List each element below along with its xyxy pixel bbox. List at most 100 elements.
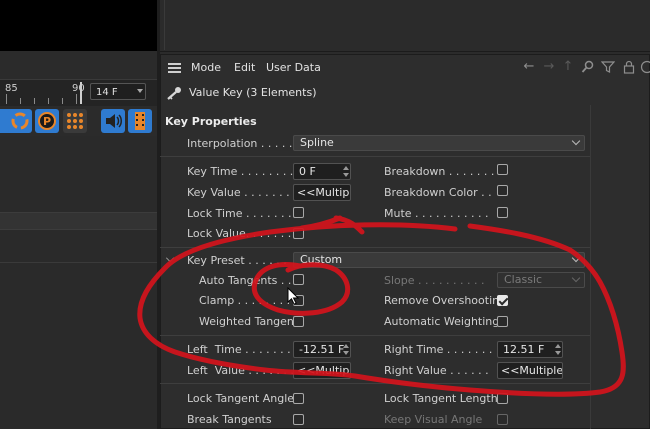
row-divider [160,335,590,336]
right-time-label: Right Time . . . . . . . [384,343,493,356]
key-time-label: Key Time . . . . . . . . [187,165,294,178]
current-frame-field[interactable]: 14 F [90,83,146,100]
breakdown-color-checkbox[interactable] [497,185,508,196]
left-value-label: Left Value . . . . . . . [187,364,294,377]
film-icon[interactable] [128,109,152,133]
key-value-field[interactable]: <<Multiple Values>> [293,184,351,201]
sound-icon[interactable] [101,109,125,133]
keep-visual-angle-checkbox[interactable] [497,414,508,425]
lock-value-label: Lock Value. . . . . . . . [187,227,299,240]
menu-edit[interactable]: Edit [234,61,255,74]
timeline-label: 90 [72,83,85,94]
dots-grid-icon[interactable] [63,109,87,133]
interpolation-label: Interpolation . . . . . [187,137,293,150]
timeline-tick [76,94,77,104]
timeline-label: 85 [5,83,18,94]
breakdown-color-label: Breakdown Color . . [384,186,492,199]
current-frame-value: 14 F [96,87,118,98]
timeline-tick [6,94,7,104]
timeline-tick [48,98,49,104]
breakdown-checkbox[interactable] [497,164,508,175]
lock-tangent-angles-checkbox[interactable] [293,393,304,404]
break-tangents-label: Break Tangents [187,413,272,426]
row-divider [160,156,590,157]
lock-icon[interactable] [622,60,636,74]
left-time-field[interactable]: -12.51 F [293,341,351,358]
weighted-tangent-label: Weighted Tangent [199,315,299,328]
lock-tangent-lengths-label: Lock Tangent Lengths [384,392,504,405]
playhead[interactable] [80,82,82,104]
key-icon [166,86,182,103]
svg-text:P: P [43,115,51,128]
autokey-icon[interactable] [8,109,32,133]
right-value-field[interactable]: <<Multiple Values>> [497,362,563,379]
key-preset-dropdown[interactable]: Custom [293,252,585,268]
playback-toolbar: P [0,106,157,136]
key-time-value: 0 F [299,165,316,178]
automatic-weighting-label: Automatic Weighting [384,315,500,328]
spinner-icon[interactable] [343,165,349,178]
row-divider [160,247,590,248]
key-value-label: Key Value . . . . . . . . [187,186,297,199]
break-tangents-checkbox[interactable] [293,414,304,425]
interpolation-dropdown[interactable]: Spline [293,135,585,151]
left-value-value: <<Multiple Values>> [297,364,350,377]
remove-overshooting-checkbox[interactable] [497,295,508,306]
auto-tangents-checkbox[interactable] [293,274,304,285]
menu-mode[interactable]: Mode [191,61,221,74]
left-time-value: -12.51 F [299,343,345,356]
filter-icon[interactable] [600,60,616,74]
left-time-label: Left Time . . . . . . . [187,343,291,356]
new-panel-icon[interactable] [640,60,650,74]
key-preset-value: Custom [300,253,343,266]
chevron-down-icon[interactable] [137,89,143,93]
viewport[interactable] [0,0,157,51]
lock-time-checkbox[interactable] [293,207,304,218]
spinner-icon[interactable] [555,343,561,356]
timeline-tick [20,98,21,104]
keep-visual-angle-label: Keep Visual Angle [384,413,483,426]
right-value-value: <<Multiple Values>> [501,364,563,377]
object-line: Value Key (3 Elements) [160,82,650,104]
left-lower-panel [0,136,157,429]
left-divider [0,262,157,263]
right-value-label: Right Value . . . . . . [384,364,489,377]
scroll-gutter [590,105,591,429]
forward-arrow-icon[interactable]: → [542,60,556,74]
slope-dropdown[interactable]: Classic [497,272,585,288]
weighted-tangent-checkbox[interactable] [293,316,304,327]
interpolation-value: Spline [300,136,334,149]
key-value-value: <<Multiple Values>> [297,186,350,199]
chevron-down-icon [571,253,581,263]
row-divider [160,383,590,384]
clamp-label: Clamp . . . . . . . . . [199,294,298,307]
automatic-weighting-checkbox[interactable] [497,316,508,327]
lock-tangent-angles-label: Lock Tangent Angles [187,392,300,405]
object-title: Value Key (3 Elements) [189,86,317,99]
mouse-cursor-icon [287,287,299,305]
menu-icon[interactable] [168,63,181,73]
chevron-down-icon [571,136,581,146]
section-title: Key Properties [165,115,257,128]
left-strip [0,51,157,79]
left-value-field[interactable]: <<Multiple Values>> [293,362,351,379]
lock-time-label: Lock Time . . . . . . . . [187,207,299,220]
right-time-field[interactable]: 12.51 F [497,341,563,358]
up-arrow-icon[interactable]: ↑ [561,60,575,74]
left-divider [0,212,157,230]
search-icon[interactable] [581,60,595,74]
keyframe-selection-icon[interactable]: P [35,109,59,133]
slope-value: Classic [504,273,543,286]
lock-tangent-lengths-checkbox[interactable] [497,393,508,404]
breakdown-label: Breakdown . . . . . . . [384,165,495,178]
key-time-field[interactable]: 0 F [293,163,351,180]
menu-user-data[interactable]: User Data [266,61,321,74]
chevron-down-icon [571,273,581,283]
lock-value-checkbox[interactable] [293,228,304,239]
timeline-tick [62,98,63,104]
mute-label: Mute . . . . . . . . . . . [384,207,489,220]
slope-label: Slope . . . . . . . . . . [384,274,485,287]
spinner-icon[interactable] [343,343,349,356]
mute-checkbox[interactable] [497,207,508,218]
back-arrow-icon[interactable]: ← [522,60,536,74]
